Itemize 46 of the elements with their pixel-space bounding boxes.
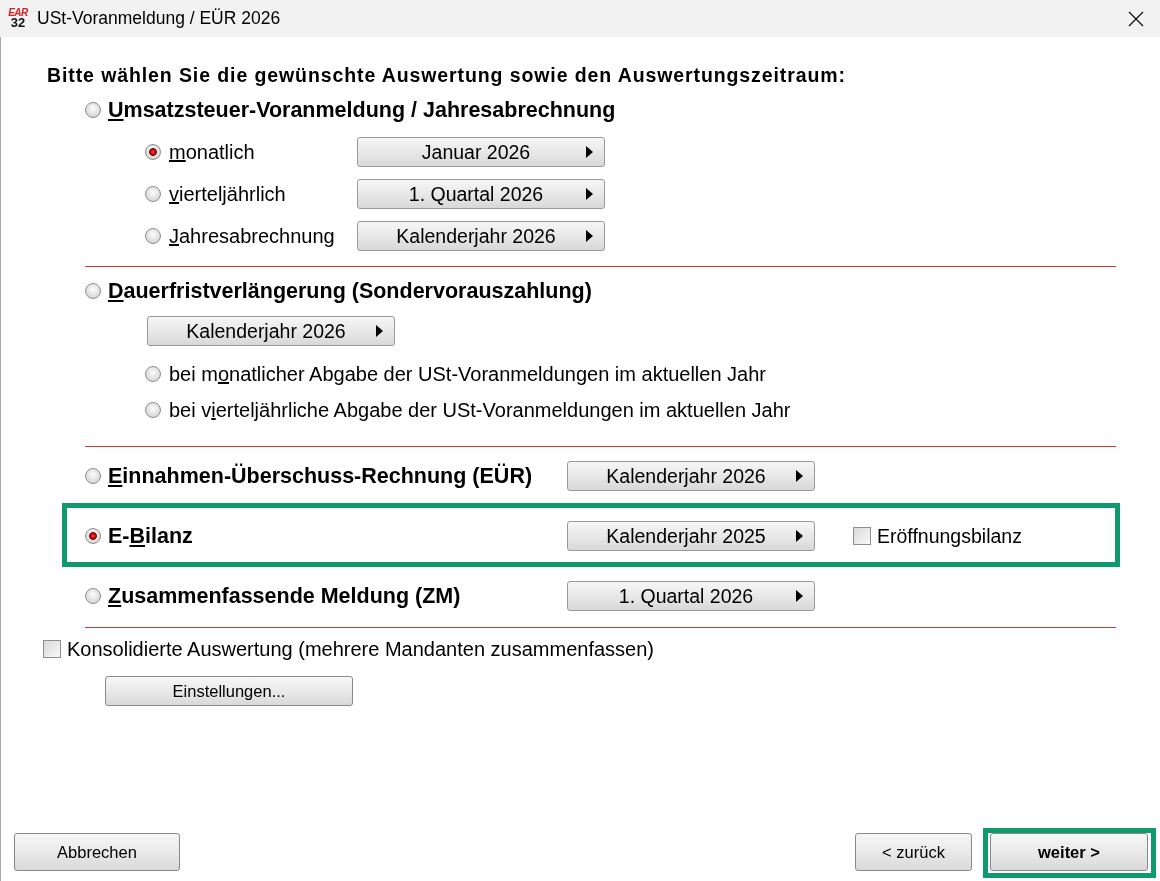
option-label: Zusammenfassende Meldung (ZM) [108,583,462,609]
radio-button[interactable] [145,144,161,160]
option-label: Jahresabrechnung [169,224,336,248]
option-label: bei monatlicher Abgabe der USt-Voranmeldungen im aktuellen Jahr [169,362,767,386]
period-button[interactable]: Januar 2026 [357,137,605,167]
prompt-text: Bitte wählen Sie die gewünschte Auswertung sowie den Auswertungszeitraum: [47,64,846,86]
radio-button[interactable] [85,283,101,299]
caret-right-icon [796,530,803,542]
dialog-button[interactable]: weiter > [990,833,1148,871]
period-button[interactable]: Kalenderjahr 2026 [357,221,605,251]
period-button[interactable]: 1. Quartal 2026 [357,179,605,209]
radio-button[interactable] [85,528,101,544]
close-icon [1128,10,1144,27]
settings-button[interactable]: Einstellungen... [105,676,353,706]
checkbox[interactable] [853,527,871,545]
period-button[interactable]: Kalenderjahr 2026 [147,316,395,346]
option-label: monatlich [169,140,256,164]
caret-right-icon [586,230,593,242]
period-button[interactable]: 1. Quartal 2026 [567,581,815,611]
radio-button[interactable] [145,228,161,244]
caret-right-icon [376,325,383,337]
period-button[interactable]: Kalenderjahr 2026 [567,461,815,491]
checkbox-label: Konsolidierte Auswertung (mehrere Mandanten zusammenfassen) [67,637,654,661]
app-logo: EAR 32 [7,6,29,32]
caret-right-icon [796,590,803,602]
option-label: Einnahmen-Überschuss-Rechnung (EÜR) [108,463,534,489]
window-title: USt-Voranmeldung / EÜR 2026 [37,8,282,29]
caret-right-icon [796,470,803,482]
checkbox[interactable] [43,640,61,658]
radio-button[interactable] [85,468,101,484]
option-label: Dauerfristverlängerung (Sondervorauszahlung) [108,278,592,304]
radio-button[interactable] [145,186,161,202]
caret-right-icon [586,188,593,200]
dialog-button[interactable]: < zurück [855,833,972,871]
option-label: vierteljährlich [169,182,287,206]
radio-button[interactable] [85,102,101,118]
option-label: E-Bilanz [108,523,194,549]
radio-button[interactable] [85,588,101,604]
option-label: bei vierteljährliche Abgabe der USt-Voranmeldungen im aktuellen Jahr [169,398,791,422]
option-label: Umsatzsteuer-Voranmeldung / Jahresabrechnung [108,97,616,123]
checkbox-label: Eröffnungsbilanz [877,524,1022,548]
radio-button[interactable] [145,402,161,418]
radio-button[interactable] [145,366,161,382]
period-button[interactable]: Kalenderjahr 2025 [567,521,815,551]
dialog-button[interactable]: Abbrechen [14,833,180,871]
caret-right-icon [586,146,593,158]
